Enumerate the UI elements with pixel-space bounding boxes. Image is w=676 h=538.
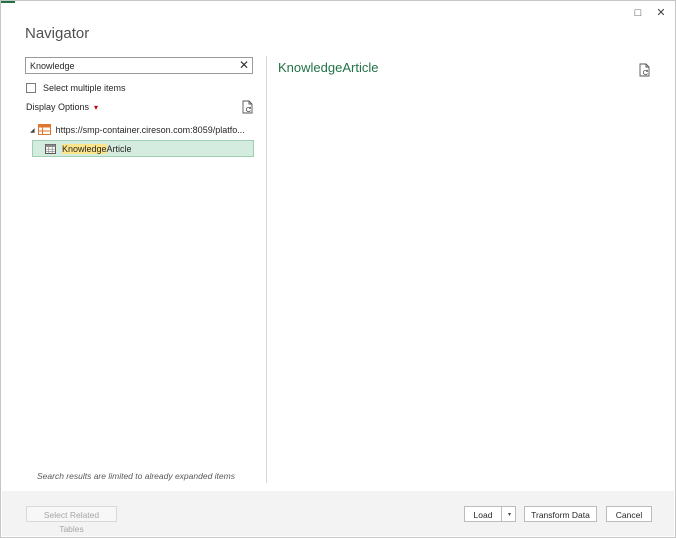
dialog-footer: Select Related Tables Load ▾ Transform D… [2,491,674,536]
server-url-label: https://smp-container.cireson.com:8059/p… [55,125,245,135]
preview-title: KnowledgeArticle [278,60,379,75]
load-dropdown-button[interactable]: ▾ [501,506,516,522]
select-multiple-row[interactable]: Select multiple items [26,83,126,93]
navigator-dialog: □ ✕ Navigator ✕ Select multiple items Di… [0,0,676,538]
tree-item-label: KnowledgeArticle [62,143,132,154]
refresh-icon[interactable] [241,100,254,116]
close-icon[interactable]: ✕ [654,6,668,20]
tree-node-server[interactable]: ◢ https://smp-container.cireson.com:8059… [30,123,256,137]
tree-item-label-rest: Article [106,143,132,154]
clear-search-icon[interactable]: ✕ [239,58,249,73]
pane-divider[interactable] [266,56,267,483]
select-multiple-checkbox[interactable] [26,83,36,93]
search-limit-note: Search results are limited to already ex… [37,471,235,481]
tree-item-knowledgearticle[interactable]: KnowledgeArticle [32,140,254,157]
display-options-dropdown[interactable]: Display Options ▾ [26,102,98,112]
select-multiple-label: Select multiple items [43,83,126,93]
dialog-title: Navigator [25,25,90,42]
accent-strip [1,1,15,3]
expand-arrow-icon[interactable]: ◢ [30,127,35,134]
search-match-highlight: Knowledge [62,143,107,154]
cancel-button[interactable]: Cancel [606,506,652,522]
transform-data-button[interactable]: Transform Data [524,506,597,522]
restore-icon[interactable]: □ [631,6,645,20]
load-button[interactable]: Load [464,506,502,522]
table-icon [45,143,56,154]
preview-refresh-icon[interactable] [638,63,651,79]
database-icon [37,123,51,137]
search-box: ✕ [25,57,253,74]
select-related-tables-button[interactable]: Select Related Tables [26,506,117,534]
display-options-label: Display Options [26,102,90,112]
search-input[interactable] [30,59,230,72]
chevron-down-icon: ▾ [94,103,99,112]
